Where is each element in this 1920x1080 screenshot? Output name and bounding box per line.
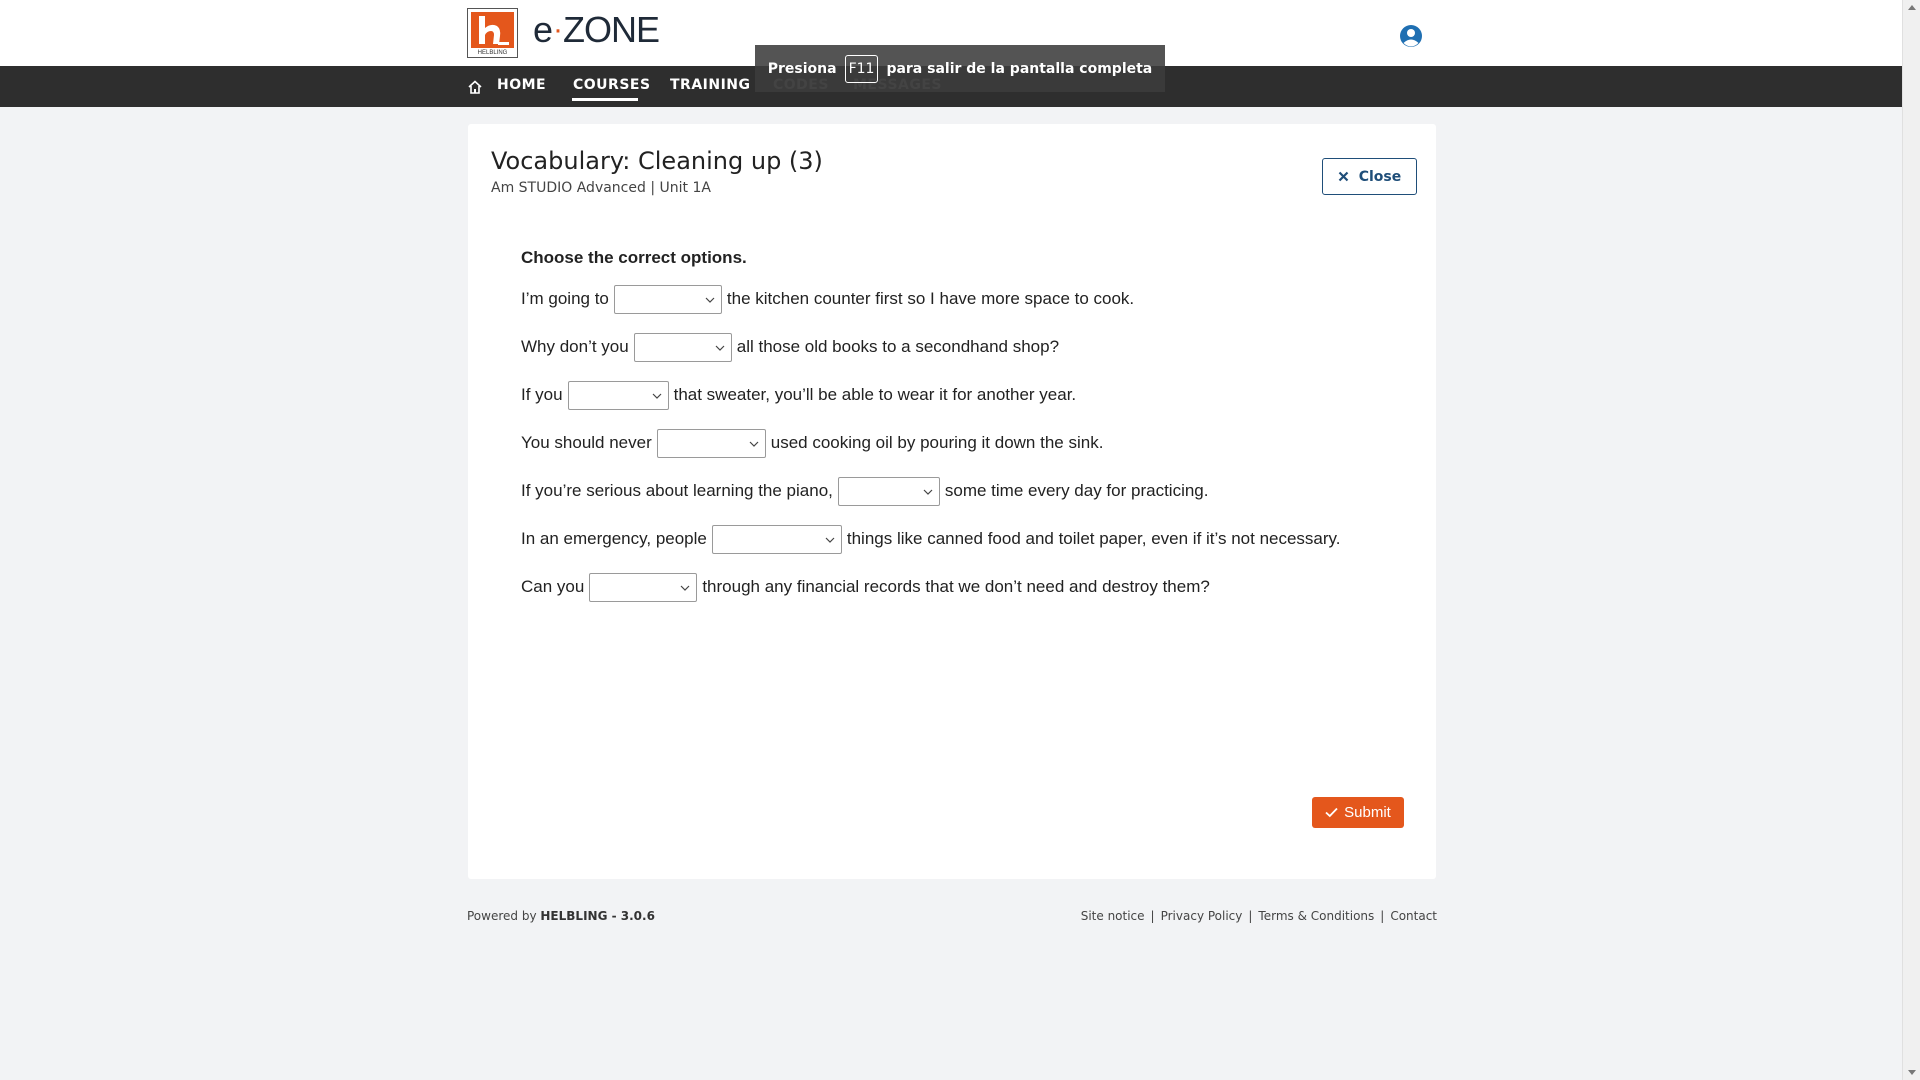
question-text-before: I’m going to [521, 289, 609, 308]
close-icon [1338, 171, 1349, 182]
answer-dropdown[interactable] [589, 572, 698, 602]
footer-separator: | [1380, 909, 1385, 923]
fullscreen-toast: Presiona F11 para salir de la pantalla c… [755, 45, 1165, 92]
question-text-after: some time every day for practicing. [944, 481, 1209, 500]
vertical-scrollbar[interactable] [1902, 0, 1920, 1080]
brand-dot: · [553, 13, 563, 46]
check-icon [1325, 807, 1338, 818]
answer-dropdown[interactable] [656, 428, 766, 458]
logo-mark [471, 12, 514, 48]
ezone-brand[interactable]: e · ZONE [533, 9, 660, 50]
submit-button[interactable]: Submit [1312, 797, 1404, 828]
home-icon[interactable] [467, 79, 483, 95]
question-text-before: You should never [521, 433, 652, 452]
footer-separator: | [1150, 909, 1155, 923]
question-row: Why don’t you all those old books to a s… [521, 332, 1059, 362]
footer-link-terms[interactable]: Terms & Conditions [1258, 909, 1374, 923]
question-text-after: used cooking oil by pouring it down the … [770, 433, 1104, 452]
question-text-after: all those old books to a secondhand shop… [736, 337, 1060, 356]
question-row: In an emergency, people things like cann… [521, 524, 1341, 554]
footer-link-contact[interactable]: Contact [1390, 909, 1437, 923]
toast-text-before: Presiona [767, 60, 837, 77]
scroll-down-icon[interactable] [1908, 1070, 1916, 1076]
footer-links: Site notice | Privacy Policy | Terms & C… [1081, 909, 1437, 923]
toast-key: F11 [844, 54, 879, 83]
nav-training[interactable]: TRAINING [670, 77, 751, 97]
logo-caption: HELBLING [477, 50, 508, 56]
user-icon[interactable] [1399, 24, 1423, 48]
instruction-text: Choose the correct options. [521, 248, 747, 267]
footer-separator: | [1248, 909, 1253, 923]
chevron-down-icon [680, 585, 690, 591]
chevron-down-icon [825, 537, 835, 543]
question-text-before: If you’re serious about learning the pia… [521, 481, 833, 500]
nav-courses[interactable]: COURSES [573, 77, 651, 97]
close-label: Close [1358, 168, 1402, 185]
brand-e: e [533, 9, 553, 50]
helbling-logo[interactable]: HELBLING [467, 8, 518, 58]
close-button[interactable]: Close [1322, 158, 1417, 195]
submit-label: Submit [1344, 804, 1391, 821]
question-text-before: In an emergency, people [521, 529, 707, 548]
brand-zone: ZONE [563, 9, 660, 50]
question-text-after: things like canned food and toilet paper… [846, 529, 1341, 548]
question-text-before: If you [521, 385, 563, 404]
question-row: Can you through any financial records th… [521, 572, 1210, 602]
question-text-after: the kitchen counter first so I have more… [726, 289, 1135, 308]
answer-dropdown[interactable] [711, 524, 842, 554]
powered-prefix: Powered by [467, 909, 537, 923]
footer-link-site-notice[interactable]: Site notice [1081, 909, 1145, 923]
chevron-down-icon [749, 441, 759, 447]
question-text-after: through any financial records that we do… [702, 577, 1210, 596]
chevron-down-icon [652, 393, 662, 399]
question-text-before: Can you [521, 577, 585, 596]
nav-home[interactable]: HOME [497, 77, 546, 97]
question-row: I’m going to the kitchen counter first s… [521, 284, 1134, 314]
footer-powered-by: Powered by HELBLING - 3.0.6 [467, 909, 655, 923]
question-text-after: that sweater, you’ll be able to wear it … [673, 385, 1077, 404]
answer-dropdown[interactable] [837, 476, 940, 506]
powered-brand: HELBLING - 3.0.6 [540, 909, 655, 923]
footer-link-privacy[interactable]: Privacy Policy [1161, 909, 1243, 923]
answer-dropdown[interactable] [613, 284, 722, 314]
chevron-down-icon [705, 297, 715, 303]
question-text-before: Why don’t you [521, 337, 629, 356]
nav-active-indicator [572, 98, 638, 101]
question-row: If you that sweater, you’ll be able to w… [521, 380, 1076, 410]
toast-text-after: para salir de la pantalla completa [886, 60, 1153, 77]
answer-dropdown[interactable] [567, 380, 669, 410]
scroll-up-icon[interactable] [1908, 4, 1916, 10]
question-row: You should never used cooking oil by pou… [521, 428, 1103, 458]
answer-dropdown[interactable] [633, 332, 732, 362]
chevron-down-icon [923, 489, 933, 495]
page-title: Vocabulary: Cleaning up (3) [491, 147, 823, 175]
chevron-down-icon [715, 345, 725, 351]
breadcrumb: Am STUDIO Advanced | Unit 1A [491, 180, 711, 196]
question-row: If you’re serious about learning the pia… [521, 476, 1208, 506]
